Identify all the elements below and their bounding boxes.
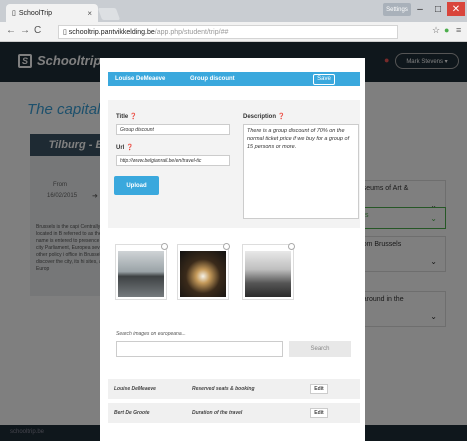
modal-header: Louise DeMeaeve Group discount Save bbox=[108, 72, 360, 86]
thumbnail-image bbox=[180, 251, 226, 297]
reload-icon[interactable]: C bbox=[34, 25, 41, 36]
close-window-icon[interactable]: ✕ bbox=[447, 2, 465, 16]
edit-button[interactable]: Edit bbox=[310, 384, 328, 394]
maximize-icon[interactable]: □ bbox=[430, 2, 446, 16]
search-button[interactable]: Search bbox=[289, 341, 351, 357]
extension-icon[interactable]: ● bbox=[444, 25, 449, 35]
url-label: Url ❓ bbox=[116, 145, 134, 151]
upload-button[interactable]: Upload bbox=[114, 176, 159, 195]
image-radio[interactable] bbox=[288, 243, 295, 250]
list-item: Bert De Groote Duration of the travel Ed… bbox=[108, 403, 360, 423]
help-icon: ❓ bbox=[277, 114, 286, 120]
thumbnail-image bbox=[245, 251, 291, 297]
description-label: Description ❓ bbox=[243, 114, 286, 120]
row-item: Reserved seats & booking bbox=[192, 386, 255, 392]
back-icon[interactable]: ← bbox=[6, 25, 16, 36]
minimize-icon[interactable]: – bbox=[412, 2, 428, 16]
image-radio[interactable] bbox=[161, 243, 168, 250]
modal-header-group: Group discount bbox=[190, 76, 235, 82]
list-item: Louise DeMeaeve Reserved seats & booking… bbox=[108, 379, 360, 399]
title-field[interactable]: Group discount bbox=[116, 124, 230, 135]
modal-header-user: Louise DeMeaeve bbox=[115, 76, 166, 82]
tab-title: SchoolTrip bbox=[18, 9, 53, 17]
description-field[interactable]: There is a group discount of 70% on the … bbox=[243, 124, 359, 219]
save-button[interactable]: Save bbox=[313, 73, 335, 85]
edit-button[interactable]: Edit bbox=[310, 408, 328, 418]
row-user: Bert De Groote bbox=[114, 410, 150, 416]
menu-icon[interactable]: ≡ bbox=[456, 25, 461, 35]
browser-tab[interactable]: ▯ SchoolTrip × bbox=[6, 4, 98, 22]
url-field[interactable]: ▯ schooltrip.pantvikkelding.be/app.php/s… bbox=[58, 25, 398, 39]
url-path: /app.php/student/trip/## bbox=[154, 29, 229, 36]
settings-button[interactable]: Settings bbox=[383, 3, 411, 16]
url-host: schooltrip.pantvikkelding.be bbox=[68, 29, 155, 36]
search-label: Search images on europeana... bbox=[116, 331, 186, 337]
row-item: Duration of the travel bbox=[192, 410, 243, 416]
help-icon: ❓ bbox=[129, 114, 138, 120]
url-input[interactable]: http://www.belgianrail.be/en/travel-tic bbox=[116, 155, 230, 166]
forward-icon[interactable]: → bbox=[20, 25, 30, 36]
thumbnail-image bbox=[118, 251, 164, 297]
image-radio[interactable] bbox=[223, 243, 230, 250]
bookmark-star-icon[interactable]: ☆ bbox=[432, 25, 440, 36]
row-user: Louise DeMeaeve bbox=[114, 386, 156, 392]
image-option-train-station[interactable] bbox=[115, 243, 168, 300]
image-option-tunnel[interactable] bbox=[177, 243, 230, 300]
page-icon: ▯ bbox=[12, 10, 16, 17]
help-icon: ❓ bbox=[126, 145, 134, 151]
image-option-building[interactable] bbox=[242, 243, 295, 300]
new-tab-button[interactable] bbox=[97, 8, 121, 20]
close-tab-icon[interactable]: × bbox=[87, 9, 92, 18]
search-input[interactable] bbox=[116, 341, 283, 357]
title-label: Title ❓ bbox=[116, 114, 138, 120]
